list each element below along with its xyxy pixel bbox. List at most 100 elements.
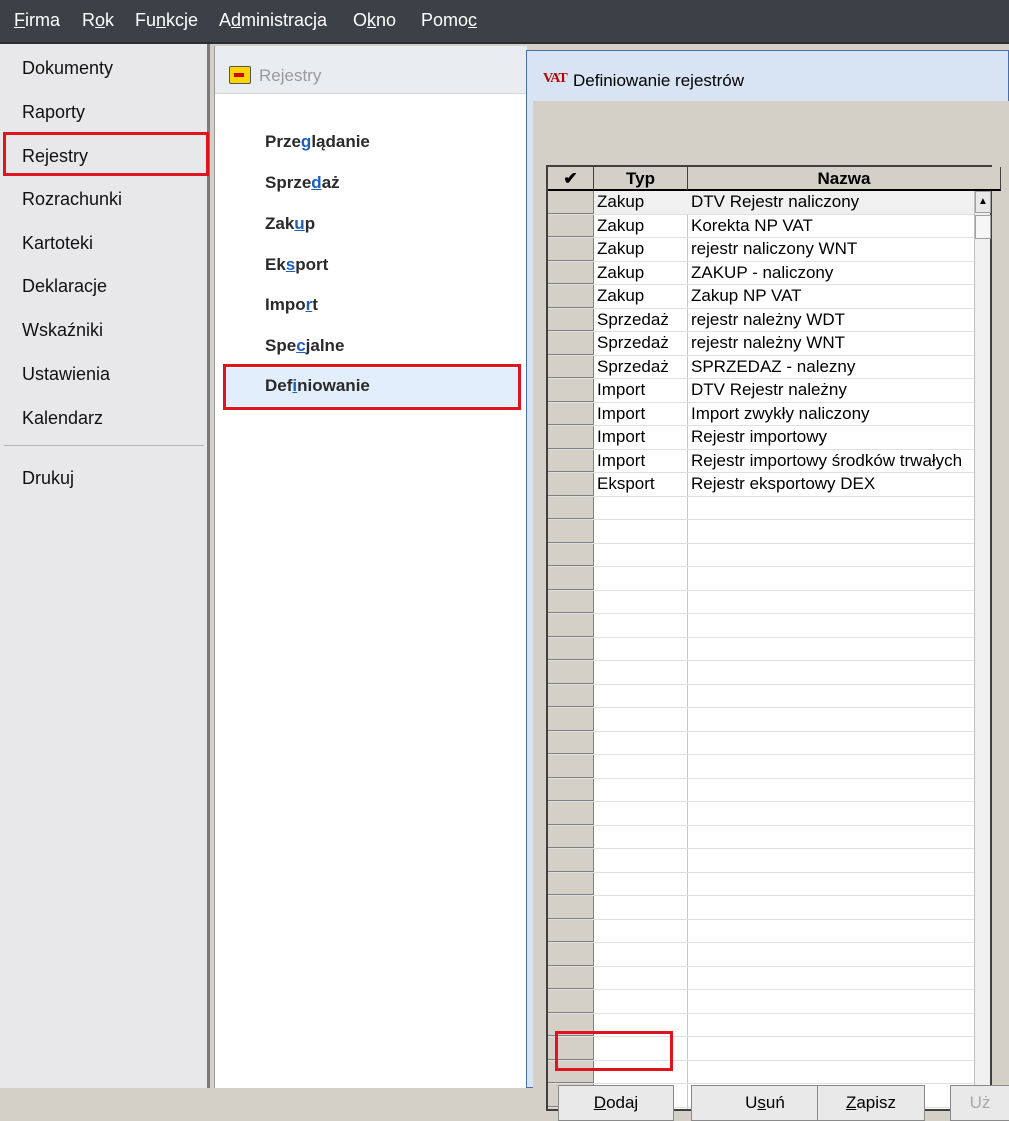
row-selector[interactable] [548,402,594,425]
save-button[interactable]: Zapisz [817,1085,925,1121]
registers-item-sprzedaz[interactable]: Sprzedaż [265,173,340,193]
table-row-empty[interactable] [548,614,974,638]
table-row-empty[interactable] [548,590,974,614]
sidebar-item-kalendarz[interactable]: Kalendarz [22,408,103,429]
table-row-empty[interactable] [548,567,974,591]
row-selector[interactable] [548,285,594,308]
sidebar-item-deklaracje[interactable]: Deklaracje [22,276,107,297]
row-selector[interactable] [548,966,594,989]
sidebar-item-raporty[interactable]: Raporty [22,102,85,123]
sidebar-item-wskazniki[interactable]: Wskaźniki [22,320,103,341]
column-header-nazwa[interactable]: Nazwa [688,167,1001,191]
table-row-empty[interactable] [548,849,974,873]
row-selector[interactable] [548,872,594,895]
table-row-empty[interactable] [548,661,974,685]
menu-rok[interactable]: Rok [82,10,114,31]
row-selector[interactable] [548,567,594,590]
row-selector[interactable] [548,308,594,331]
table-row-empty[interactable] [548,496,974,520]
row-selector[interactable] [548,614,594,637]
table-row[interactable]: Import Rejestr importowy środków trwałych [548,449,974,473]
table-row[interactable]: Zakup rejestr naliczony WNT [548,238,974,262]
row-selector[interactable] [548,943,594,966]
row-selector[interactable] [548,473,594,496]
table-row-empty[interactable] [548,943,974,967]
registers-item-specjalne[interactable]: Specjalne [265,336,344,356]
table-row-empty[interactable] [548,919,974,943]
row-selector[interactable] [548,802,594,825]
table-row-empty[interactable] [548,731,974,755]
table-row[interactable]: Sprzedaż SPRZEDAZ - nalezny [548,355,974,379]
scroll-up-icon[interactable]: ▲ [975,191,991,213]
highlight-rejestry [3,132,209,176]
sidebar-item-rozrachunki[interactable]: Rozrachunki [22,189,122,210]
table-row-empty[interactable] [548,802,974,826]
registers-item-import[interactable]: Import [265,295,318,315]
sidebar-item-dokumenty[interactable]: Dokumenty [22,58,113,79]
column-header-typ[interactable]: Typ [594,167,688,191]
column-header-check[interactable]: ✔ [548,167,594,191]
row-selector[interactable] [548,825,594,848]
row-selector[interactable] [548,191,594,214]
row-selector[interactable] [548,661,594,684]
table-row-empty[interactable] [548,966,974,990]
row-selector[interactable] [548,449,594,472]
vertical-scrollbar[interactable]: ▲ ▼ [974,191,991,1109]
row-selector[interactable] [548,355,594,378]
table-row[interactable]: Sprzedaż rejestr należny WDT [548,308,974,332]
table-row-empty[interactable] [548,708,974,732]
menu-pomoc[interactable]: Pomoc [421,10,477,31]
row-selector[interactable] [548,496,594,519]
row-selector[interactable] [548,426,594,449]
row-selector[interactable] [548,214,594,237]
row-selector[interactable] [548,543,594,566]
table-row[interactable]: Zakup Korekta NP VAT [548,214,974,238]
row-selector[interactable] [548,684,594,707]
scroll-thumb[interactable] [975,215,991,239]
table-row-empty[interactable] [548,778,974,802]
table-row-empty[interactable] [548,543,974,567]
registers-item-zakup[interactable]: Zakup [265,214,315,234]
row-selector[interactable] [548,261,594,284]
registers-item-eksport[interactable]: Eksport [265,255,328,275]
row-selector[interactable] [548,637,594,660]
menu-administracja[interactable]: Administracja [219,10,327,31]
row-selector[interactable] [548,755,594,778]
row-selector[interactable] [548,919,594,942]
row-selector[interactable] [548,778,594,801]
sidebar-item-ustawienia[interactable]: Ustawienia [22,364,110,385]
row-selector[interactable] [548,990,594,1013]
table-row[interactable]: Zakup ZAKUP - naliczony [548,261,974,285]
row-selector[interactable] [548,708,594,731]
row-selector[interactable] [548,520,594,543]
row-selector[interactable] [548,332,594,355]
menu-funkcje[interactable]: Funkcje [135,10,198,31]
add-button[interactable]: Dodaj [558,1085,674,1121]
table-row-empty[interactable] [548,872,974,896]
table-row[interactable]: Sprzedaż rejestr należny WNT [548,332,974,356]
table-row[interactable]: Eksport Rejestr eksportowy DEX [548,473,974,497]
table-row-empty[interactable] [548,637,974,661]
table-row[interactable]: Import Import zwykły naliczony [548,402,974,426]
row-selector[interactable] [548,849,594,872]
table-row-empty[interactable] [548,896,974,920]
menu-okno[interactable]: Okno [353,10,396,31]
table-row[interactable]: Zakup DTV Rejestr naliczony [548,191,974,215]
row-selector[interactable] [548,590,594,613]
row-selector[interactable] [548,731,594,754]
row-selector[interactable] [548,896,594,919]
registers-item-przegladanie[interactable]: Przeglądanie [265,132,370,152]
menu-firma[interactable]: Firma [14,10,60,31]
table-row-empty[interactable] [548,520,974,544]
table-row-empty[interactable] [548,684,974,708]
sidebar-item-kartoteki[interactable]: Kartoteki [22,233,93,254]
table-row[interactable]: Import DTV Rejestr należny [548,379,974,403]
table-row-empty[interactable] [548,990,974,1014]
table-row[interactable]: Import Rejestr importowy [548,426,974,450]
table-row-empty[interactable] [548,825,974,849]
row-selector[interactable] [548,238,594,261]
table-row[interactable]: Zakup Zakup NP VAT [548,285,974,309]
table-row-empty[interactable] [548,755,974,779]
row-selector[interactable] [548,379,594,402]
sidebar-item-drukuj[interactable]: Drukuj [22,468,74,489]
